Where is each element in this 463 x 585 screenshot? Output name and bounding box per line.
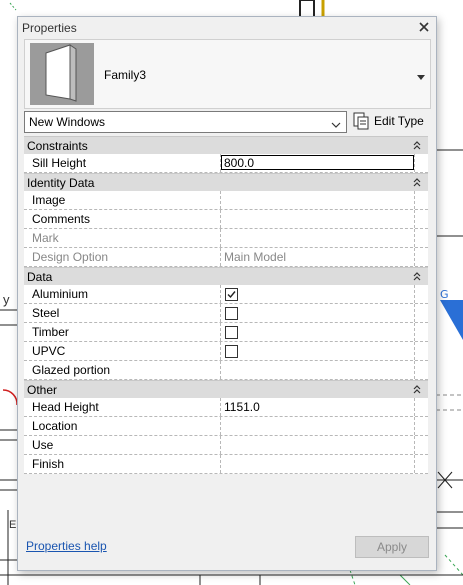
property-row: Finish: [24, 455, 428, 474]
collapse-icon[interactable]: [412, 384, 422, 395]
property-value-cell[interactable]: [220, 342, 415, 360]
property-name: Aluminium: [32, 287, 89, 301]
property-name: Image: [32, 193, 66, 207]
background-label-bottom-left: E: [9, 519, 17, 531]
chevron-down-icon[interactable]: [416, 70, 426, 80]
property-value: 1151.0: [224, 400, 260, 414]
property-row: Glazed portion: [24, 361, 428, 380]
property-value-input[interactable]: 800.0: [221, 155, 414, 170]
property-checkbox[interactable]: [225, 288, 238, 301]
apply-button[interactable]: Apply: [355, 536, 429, 558]
svg-text:G: G: [440, 288, 449, 301]
property-row: Image: [24, 191, 428, 210]
property-checkbox[interactable]: [225, 307, 238, 320]
properties-palette: Properties Family3 New Windows Edit Type…: [17, 16, 437, 571]
property-value-cell[interactable]: [220, 210, 415, 228]
family-name: Family3: [104, 68, 147, 82]
property-name: UPVC: [32, 344, 66, 358]
collapse-icon[interactable]: [412, 177, 422, 188]
section-label: Constraints: [27, 139, 88, 153]
properties-help-link[interactable]: Properties help: [26, 539, 107, 553]
property-name: Glazed portion: [32, 363, 111, 377]
property-name: Steel: [32, 306, 60, 320]
section-header[interactable]: Other: [24, 380, 428, 398]
property-checkbox[interactable]: [225, 345, 238, 358]
close-icon[interactable]: [416, 19, 432, 35]
section-label: Identity Data: [27, 176, 95, 190]
property-row: Aluminium: [24, 285, 428, 304]
edit-type-button[interactable]: Edit Type: [352, 111, 428, 131]
type-preview[interactable]: Family3: [24, 39, 431, 109]
property-value-cell: Main Model: [220, 248, 415, 266]
property-value-cell[interactable]: 1151.0: [220, 398, 415, 416]
property-row: Design Option Main Model: [24, 248, 428, 267]
property-row: Mark: [24, 229, 428, 248]
property-name: Timber: [32, 325, 69, 339]
property-row: Head Height 1151.0: [24, 398, 428, 417]
property-name: Use: [32, 438, 54, 452]
property-value-cell[interactable]: [220, 323, 415, 341]
background-label-left: y: [3, 292, 10, 307]
collapse-icon[interactable]: [412, 140, 422, 151]
property-row: UPVC: [24, 342, 428, 361]
section-label: Other: [27, 383, 58, 397]
property-name: Mark: [32, 231, 59, 245]
property-row: Sill Height 800.0: [24, 154, 428, 173]
window-thumbnail-icon: [30, 43, 94, 105]
property-value: 800.0: [224, 156, 255, 170]
property-value-cell[interactable]: [220, 417, 415, 435]
type-selector-value: New Windows: [29, 115, 106, 129]
property-value-cell[interactable]: [220, 361, 415, 379]
property-value-cell[interactable]: [220, 455, 415, 473]
property-value: Main Model: [224, 250, 287, 264]
section-label: Data: [27, 270, 53, 284]
collapse-icon[interactable]: [412, 271, 422, 282]
property-name: Finish: [32, 457, 65, 471]
property-name: Head Height: [32, 400, 99, 414]
section-header[interactable]: Data: [24, 267, 428, 285]
section-header[interactable]: Identity Data: [24, 173, 428, 191]
property-row: Location: [24, 417, 428, 436]
property-row: Comments: [24, 210, 428, 229]
palette-title: Properties: [22, 21, 77, 35]
property-value-cell[interactable]: [220, 191, 415, 209]
chevron-down-icon: [331, 118, 341, 128]
property-name: Comments: [32, 212, 91, 226]
property-value-cell[interactable]: [220, 436, 415, 454]
property-row: Use: [24, 436, 428, 455]
property-name: Location: [32, 419, 78, 433]
section-header[interactable]: Constraints: [24, 136, 428, 154]
property-row: Steel: [24, 304, 428, 323]
property-value-cell: [220, 229, 415, 247]
palette-titlebar[interactable]: Properties: [18, 17, 436, 39]
property-value-cell[interactable]: [220, 285, 415, 303]
property-grid: Constraints Sill Height 800.0 Identity Data…: [24, 136, 428, 474]
property-name: Design Option: [32, 250, 109, 264]
type-selector-dropdown[interactable]: New Windows: [24, 111, 347, 133]
property-value-cell[interactable]: [220, 304, 415, 322]
property-value-cell[interactable]: 800.0: [220, 154, 415, 172]
property-row: Timber: [24, 323, 428, 342]
property-checkbox[interactable]: [225, 326, 238, 339]
checkmark-icon: [227, 291, 236, 299]
property-name: Sill Height: [32, 156, 87, 170]
edit-type-label: Edit Type: [374, 114, 424, 128]
edit-type-icon: [353, 112, 370, 130]
